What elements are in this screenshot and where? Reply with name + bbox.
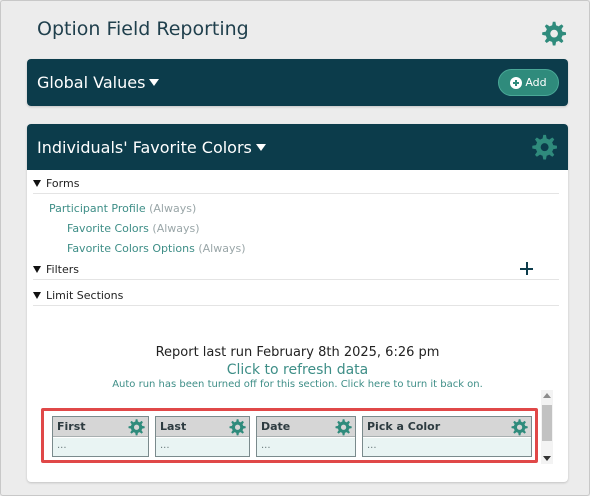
form-item-participant-profile[interactable]: Participant Profile (Always) <box>49 202 196 215</box>
autorun-toggle-link[interactable]: Auto run has been turned off for this se… <box>27 379 568 390</box>
form-item-favorite-colors-options[interactable]: Favorite Colors Options (Always) <box>67 242 246 255</box>
column-value: ... <box>53 438 148 456</box>
column-card-first[interactable]: First ... <box>52 416 149 457</box>
filters-toggle[interactable]: Filters <box>33 260 559 280</box>
plus-circle-icon <box>510 76 523 89</box>
add-filter-plus-icon[interactable] <box>520 262 534 276</box>
global-values-header[interactable]: Global Values Add <box>27 59 568 106</box>
caret-down-icon <box>149 79 160 86</box>
section-header[interactable]: Individuals' Favorite Colors <box>27 124 568 170</box>
report-columns-area: First ... Last ... Date ... Pick a Color… <box>41 408 538 463</box>
triangle-down-icon <box>33 266 41 273</box>
scroll-thumb[interactable] <box>542 405 552 441</box>
gear-icon[interactable] <box>530 133 559 162</box>
column-value: ... <box>257 438 355 456</box>
gear-icon[interactable] <box>127 418 146 437</box>
page-title: Option Field Reporting <box>37 18 249 40</box>
global-values-panel: Global Values Add <box>27 59 568 106</box>
column-card-last[interactable]: Last ... <box>155 416 250 457</box>
gear-icon[interactable] <box>510 418 529 437</box>
triangle-down-icon <box>33 292 41 299</box>
triangle-down-icon <box>33 180 41 187</box>
column-value: ... <box>156 438 249 456</box>
report-last-run: Report last run February 8th 2025, 6:26 … <box>155 345 440 360</box>
add-button[interactable]: Add <box>498 69 559 96</box>
scroll-up-icon[interactable] <box>543 393 551 398</box>
columns-scrollbar[interactable] <box>541 390 553 464</box>
section-panel: Individuals' Favorite Colors Forms Parti… <box>27 124 568 482</box>
caret-down-icon <box>255 144 266 151</box>
column-card-date[interactable]: Date ... <box>256 416 356 457</box>
add-button-label: Add <box>525 76 547 89</box>
scroll-down-icon[interactable] <box>543 456 551 461</box>
column-value: ... <box>363 438 531 456</box>
forms-toggle[interactable]: Forms <box>33 174 559 194</box>
column-card-pick-a-color[interactable]: Pick a Color ... <box>362 416 532 457</box>
global-values-title[interactable]: Global Values <box>37 73 160 92</box>
gear-icon[interactable] <box>334 418 353 437</box>
refresh-data-link[interactable]: Click to refresh data <box>27 362 568 378</box>
gear-icon[interactable] <box>540 20 568 48</box>
form-item-favorite-colors[interactable]: Favorite Colors (Always) <box>67 222 200 235</box>
gear-icon[interactable] <box>228 418 247 437</box>
column-header: Pick a Color <box>363 417 531 437</box>
limit-sections-toggle[interactable]: Limit Sections <box>33 286 559 306</box>
section-title[interactable]: Individuals' Favorite Colors <box>37 138 266 157</box>
